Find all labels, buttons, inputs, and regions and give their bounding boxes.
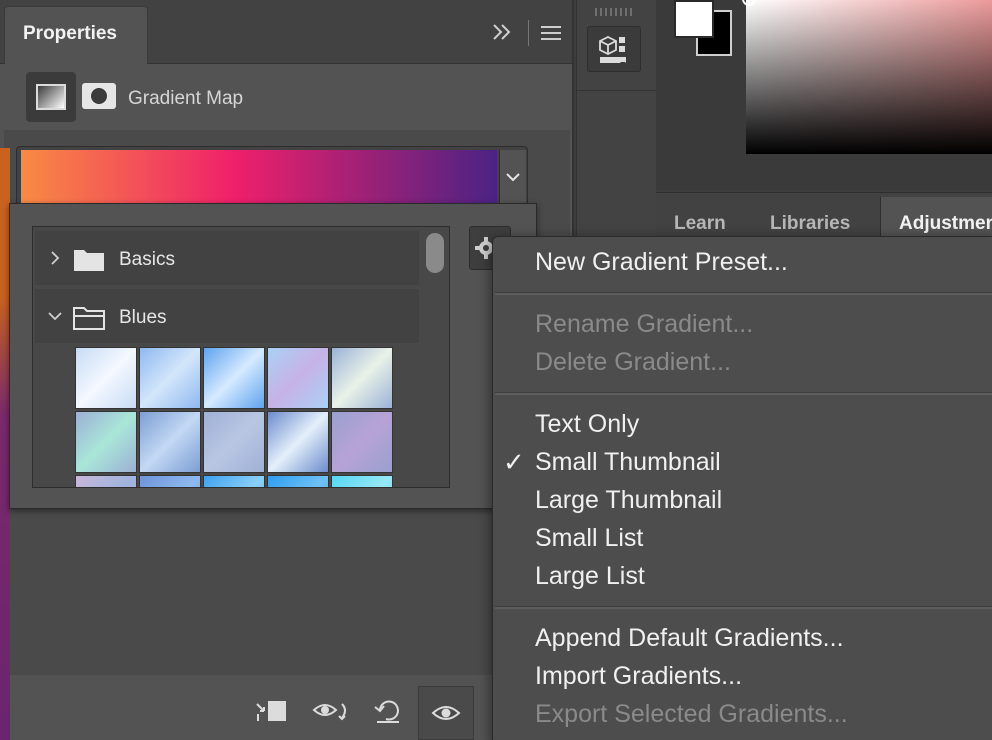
tab-libraries[interactable]: Libraries — [770, 213, 850, 235]
menu-separator — [495, 292, 992, 295]
chevron-down-icon — [506, 173, 520, 182]
gradient-options-menu: New Gradient Preset... Rename Gradient..… — [492, 236, 992, 740]
menu-item-large-list[interactable]: Large List — [535, 562, 645, 591]
menu-separator — [495, 392, 992, 395]
gradient-swatch[interactable] — [331, 475, 393, 487]
gradient-swatch[interactable] — [203, 347, 265, 409]
view-previous-state-button[interactable] — [308, 686, 348, 736]
menu-item-import[interactable]: Import Gradients... — [535, 662, 742, 691]
gradient-swatch[interactable] — [203, 475, 265, 487]
tab-bar-divider — [528, 20, 529, 46]
menu-item-append-default[interactable]: Append Default Gradients... — [535, 624, 844, 653]
gradient-swatch[interactable] — [75, 475, 137, 487]
tab-adjustments-label: Adjustments — [899, 213, 992, 234]
tab-adjustments[interactable]: Adjustments — [880, 197, 992, 241]
folder-open-icon — [73, 307, 105, 330]
chevron-down-icon[interactable] — [45, 306, 65, 326]
panel-grip[interactable] — [595, 8, 635, 16]
gradient-swatch[interactable] — [331, 411, 393, 473]
collapse-panels-icon[interactable] — [490, 20, 514, 44]
menu-item-new-preset[interactable]: New Gradient Preset... — [535, 248, 788, 277]
color-picker-area — [656, 0, 992, 190]
menu-item-text-only[interactable]: Text Only — [535, 410, 639, 439]
clip-to-layer-icon — [256, 701, 286, 721]
menu-item-export-selected: Export Selected Gradients... — [535, 700, 848, 728]
menu-item-small-thumbnail[interactable]: Small Thumbnail — [535, 448, 721, 477]
cube-icon — [599, 35, 626, 65]
gradient-map-adjustment-icon[interactable] — [26, 72, 76, 122]
folder-label: Basics — [119, 249, 175, 270]
gradient-dropdown-button[interactable] — [499, 150, 526, 206]
checkmark-icon: ✓ — [503, 447, 525, 477]
scrollbar-thumb[interactable] — [426, 233, 444, 273]
tab-learn[interactable]: Learn — [674, 213, 726, 235]
gradient-picker-popup: Basics Blues — [9, 203, 537, 509]
layer-mask-icon[interactable] — [82, 83, 116, 109]
menu-separator — [495, 606, 992, 609]
gradient-swatch-grid — [75, 347, 405, 487]
gradient-swatch[interactable] — [75, 411, 137, 473]
gradient-swatch[interactable] — [139, 347, 201, 409]
gradient-swatch[interactable] — [267, 475, 329, 487]
adjustment-title: Gradient Map — [128, 88, 244, 109]
gradient-swatch[interactable] — [331, 347, 393, 409]
clip-to-layer-button[interactable] — [250, 686, 290, 736]
color-field[interactable] — [746, 0, 992, 154]
gradient-swatch[interactable] — [267, 411, 329, 473]
menu-item-large-thumbnail[interactable]: Large Thumbnail — [535, 486, 722, 515]
gradient-preview-bar[interactable] — [21, 150, 497, 206]
gradient-swatch[interactable] — [203, 411, 265, 473]
gradient-swatch[interactable] — [139, 475, 201, 487]
column-divider — [577, 90, 656, 91]
gradient-swatch[interactable] — [267, 347, 329, 409]
gradient-swatch[interactable] — [75, 347, 137, 409]
eye-swap-icon — [312, 703, 346, 721]
reset-defaults-button[interactable] — [368, 686, 408, 736]
folder-label: Blues — [119, 307, 167, 328]
folder-icon — [74, 250, 104, 271]
tab-properties-label: Properties — [23, 23, 117, 44]
chevron-right-icon[interactable] — [45, 248, 65, 268]
reset-icon — [374, 700, 399, 723]
panel-menu-icon[interactable] — [540, 24, 562, 42]
3d-tool-button[interactable] — [587, 26, 641, 72]
toggle-visibility-button[interactable] — [418, 686, 474, 740]
right-panel-tab-bar: Learn Libraries Adjustments — [656, 192, 992, 241]
foreground-color-swatch[interactable] — [674, 0, 714, 38]
menu-item-small-list[interactable]: Small List — [535, 524, 643, 553]
properties-tab-bar: Properties — [0, 0, 572, 64]
tab-properties[interactable]: Properties — [4, 6, 148, 64]
menu-item-rename: Rename Gradient... — [535, 310, 754, 338]
folder-row-basics[interactable]: Basics — [35, 231, 419, 285]
eye-icon — [431, 706, 461, 720]
menu-item-delete: Delete Gradient... — [535, 348, 731, 376]
gradient-preset-list[interactable]: Basics Blues — [32, 226, 450, 488]
folder-row-blues[interactable]: Blues — [35, 289, 419, 343]
adjustment-header: Gradient Map — [4, 68, 570, 128]
gradient-swatch[interactable] — [139, 411, 201, 473]
